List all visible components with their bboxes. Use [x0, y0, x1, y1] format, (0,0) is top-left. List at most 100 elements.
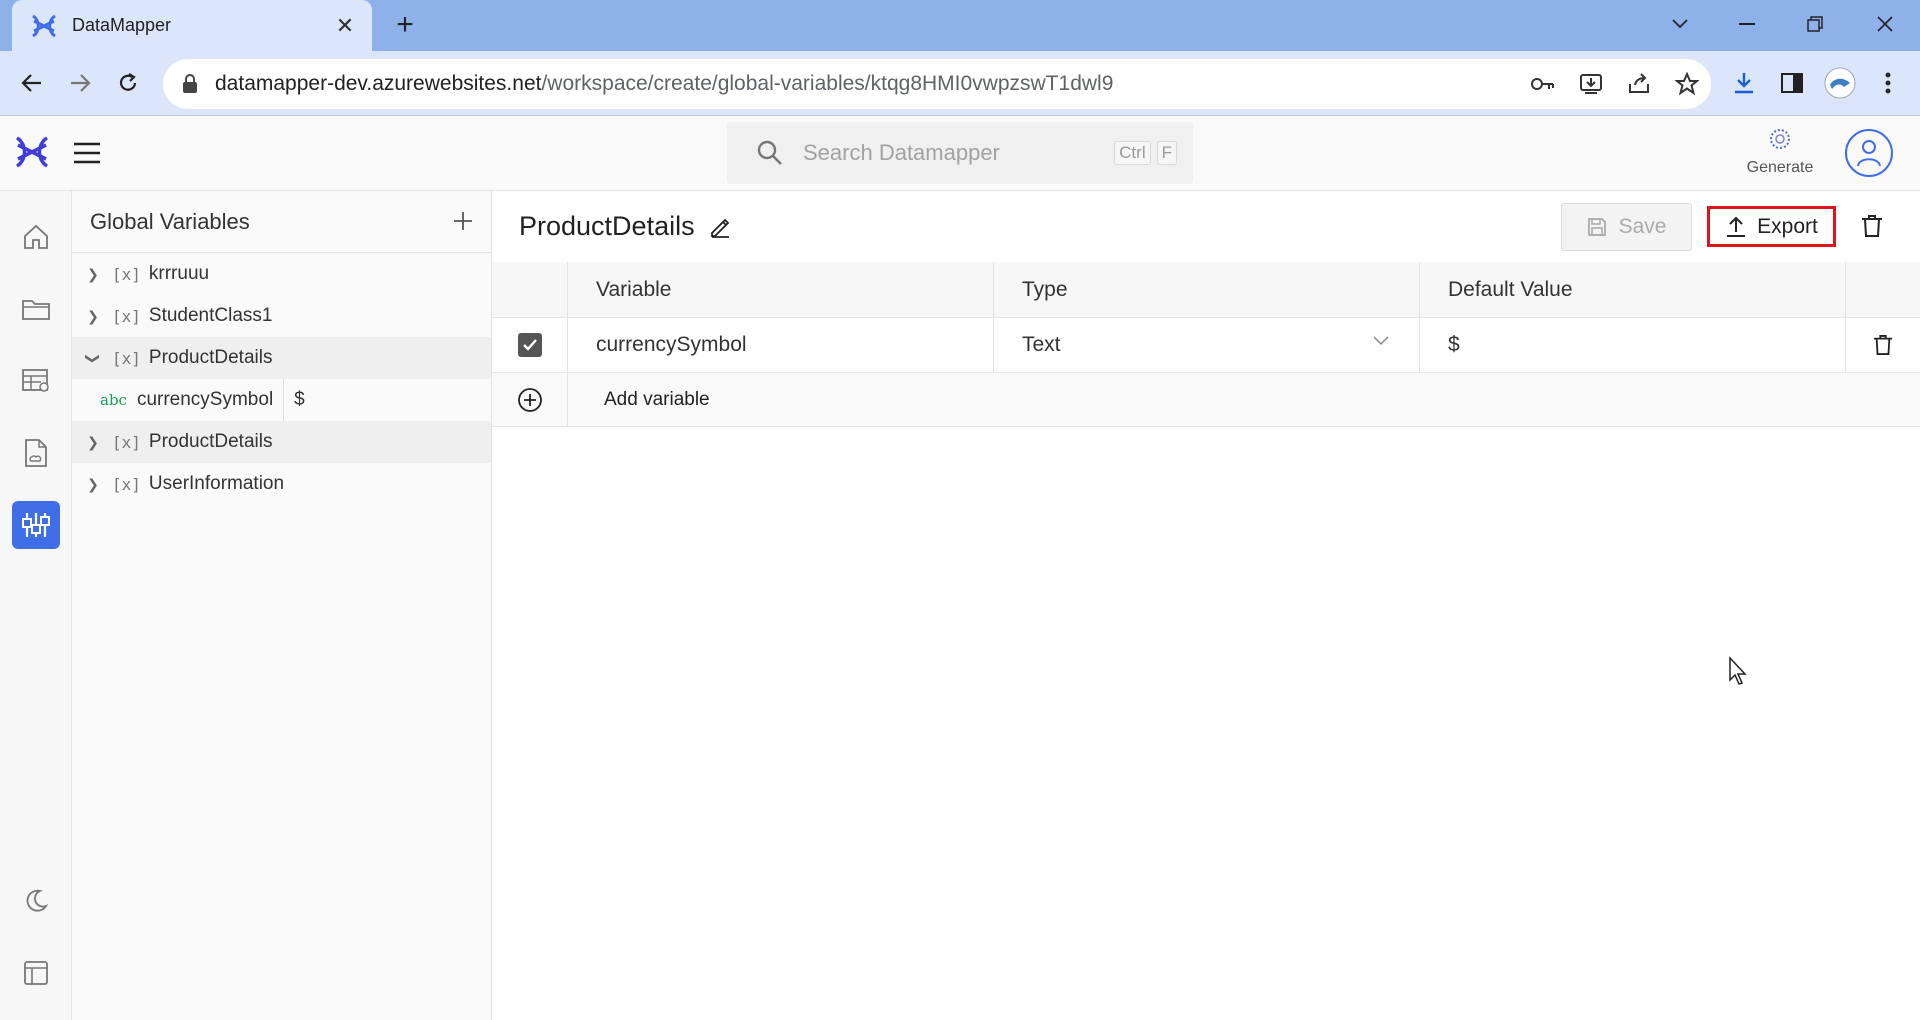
- layout-panel-icon[interactable]: [12, 949, 60, 997]
- edit-pencil-icon[interactable]: [709, 216, 731, 238]
- datamapper-logo-icon: [32, 14, 56, 37]
- key-icon[interactable]: [1519, 77, 1567, 91]
- user-avatar[interactable]: [1845, 129, 1893, 177]
- tree-item-userinformation[interactable]: ❯ [x] UserInformation: [72, 463, 491, 505]
- mouse-cursor-icon: [1729, 656, 1747, 685]
- browser-tab-title: DataMapper: [72, 15, 172, 35]
- add-variable-row[interactable]: Add variable: [492, 373, 1920, 427]
- url-path: /workspace/create/global-variables/ktqg8…: [541, 72, 1114, 95]
- variable-bracket-icon: [x]: [112, 474, 141, 494]
- variable-name-input[interactable]: currencySymbol: [568, 318, 994, 372]
- add-variable-set-button[interactable]: [453, 207, 473, 237]
- variable-bracket-icon: [x]: [112, 306, 141, 326]
- table-settings-icon[interactable]: [12, 357, 60, 405]
- reload-icon[interactable]: [110, 65, 146, 101]
- export-button[interactable]: Export: [1707, 206, 1836, 247]
- save-button[interactable]: Save: [1561, 203, 1692, 251]
- home-icon[interactable]: [12, 213, 60, 261]
- generate-button[interactable]: Generate: [1740, 126, 1820, 177]
- dark-mode-moon-icon[interactable]: [12, 877, 60, 925]
- bookmark-star-icon[interactable]: [1663, 72, 1711, 96]
- page-title: ProductDetails: [519, 211, 695, 241]
- new-tab-button[interactable]: +: [390, 10, 420, 41]
- search-icon: [757, 140, 782, 165]
- column-header-default-value: Default Value: [1420, 262, 1846, 317]
- chevron-down-icon[interactable]: ❯: [85, 347, 102, 369]
- tree-item-label: ProductDetails: [148, 431, 273, 452]
- checkmark-icon: [522, 339, 537, 351]
- profile-avatar[interactable]: [1816, 67, 1864, 99]
- save-label: Save: [1618, 215, 1667, 238]
- tree-item-studentclass1[interactable]: ❯ [x] StudentClass1: [72, 295, 491, 337]
- back-arrow-icon[interactable]: [14, 65, 50, 101]
- left-rail: [0, 191, 72, 1020]
- restore-icon[interactable]: [1790, 6, 1840, 42]
- share-icon[interactable]: [1615, 73, 1663, 95]
- delete-row-button[interactable]: [1846, 318, 1920, 372]
- shortcut-key: F: [1156, 141, 1177, 165]
- close-tab-icon[interactable]: ✕: [332, 13, 358, 39]
- column-header-variable: Variable: [568, 262, 994, 317]
- download-icon[interactable]: [1720, 71, 1768, 95]
- lock-icon: [183, 74, 197, 93]
- default-value-input[interactable]: $: [1420, 318, 1846, 372]
- panel-header: Global Variables: [72, 191, 491, 253]
- install-app-icon[interactable]: [1567, 73, 1615, 95]
- folder-icon[interactable]: [12, 285, 60, 333]
- tree-item-label: krrruuu: [148, 263, 210, 284]
- browser-tabstrip: DataMapper ✕ +: [0, 0, 1920, 51]
- search-input[interactable]: Search Datamapper: [803, 140, 1114, 166]
- close-window-icon[interactable]: [1860, 6, 1910, 42]
- variable-bracket-icon: [x]: [112, 348, 141, 368]
- add-variable-icon-cell: [492, 373, 568, 426]
- add-variable-label[interactable]: Add variable: [568, 373, 710, 426]
- variable-bracket-icon: [x]: [112, 264, 141, 284]
- variables-grid: Variable Type Default Value currencySymb…: [492, 262, 1920, 427]
- text-type-icon: abc: [100, 391, 127, 409]
- floppy-disk-icon: [1587, 218, 1606, 236]
- tree-child-currencysymbol[interactable]: abc currencySymbol $: [72, 379, 491, 421]
- global-variables-panel: Global Variables ❯ [x] krrruuu ❯ [x] Stu…: [72, 191, 492, 1020]
- add-circle-icon[interactable]: [517, 387, 543, 413]
- tab-search-icon[interactable]: [1655, 6, 1705, 42]
- divider: [283, 379, 285, 421]
- row-checkbox-cell: [492, 318, 568, 372]
- grid-header-row: Variable Type Default Value: [492, 262, 1920, 318]
- search-box[interactable]: Search Datamapper Ctrl F: [727, 122, 1193, 184]
- tree-item-productdetails-2[interactable]: ❯ [x] ProductDetails: [72, 421, 491, 463]
- app-logo-icon[interactable]: [14, 134, 50, 170]
- column-header-type: Type: [994, 262, 1420, 317]
- chevron-right-icon[interactable]: ❯: [82, 476, 104, 493]
- delete-variable-set-button[interactable]: [1857, 211, 1887, 241]
- chevron-right-icon[interactable]: ❯: [82, 266, 104, 283]
- browser-menu-icon[interactable]: [1864, 72, 1912, 94]
- tree-item-krrruuu[interactable]: ❯ [x] krrruuu: [72, 253, 491, 295]
- url-text: datamapper-dev.azurewebsites.net/workspa…: [215, 72, 1113, 96]
- forward-arrow-icon[interactable]: [62, 65, 98, 101]
- tree-item-productdetails[interactable]: ❯ [x] ProductDetails: [72, 337, 491, 379]
- shortcut-ctrl: Ctrl: [1114, 141, 1151, 165]
- browser-tab[interactable]: DataMapper ✕: [12, 0, 372, 51]
- plus-icon: [454, 211, 472, 230]
- chevron-right-icon[interactable]: ❯: [82, 308, 104, 325]
- header-actions-cell: [1846, 262, 1920, 317]
- trash-icon: [1862, 215, 1882, 237]
- row-checkbox[interactable]: [517, 333, 542, 357]
- chevron-right-icon[interactable]: ❯: [82, 434, 104, 451]
- type-select-value: Text: [1022, 333, 1061, 356]
- minimize-icon[interactable]: [1722, 6, 1772, 42]
- type-select[interactable]: Text: [994, 318, 1420, 372]
- document-cloud-icon[interactable]: [12, 429, 60, 477]
- menu-hamburger-icon[interactable]: [72, 138, 102, 168]
- generate-label: Generate: [1746, 159, 1814, 176]
- address-bar[interactable]: datamapper-dev.azurewebsites.net/workspa…: [163, 59, 1711, 109]
- side-panel-icon[interactable]: [1768, 73, 1816, 93]
- child-name: currencySymbol: [136, 389, 274, 410]
- content-header: ProductDetails Save Export: [492, 191, 1920, 262]
- sparkle-icon: [1770, 129, 1790, 149]
- global-variables-icon[interactable]: [12, 501, 60, 549]
- app-header: Search Datamapper Ctrl F Generate: [0, 116, 1920, 191]
- tree-item-label: StudentClass1: [148, 305, 273, 326]
- tree-item-label: ProductDetails: [148, 347, 273, 368]
- main-content: ProductDetails Save Export Variable Type…: [492, 191, 1920, 1020]
